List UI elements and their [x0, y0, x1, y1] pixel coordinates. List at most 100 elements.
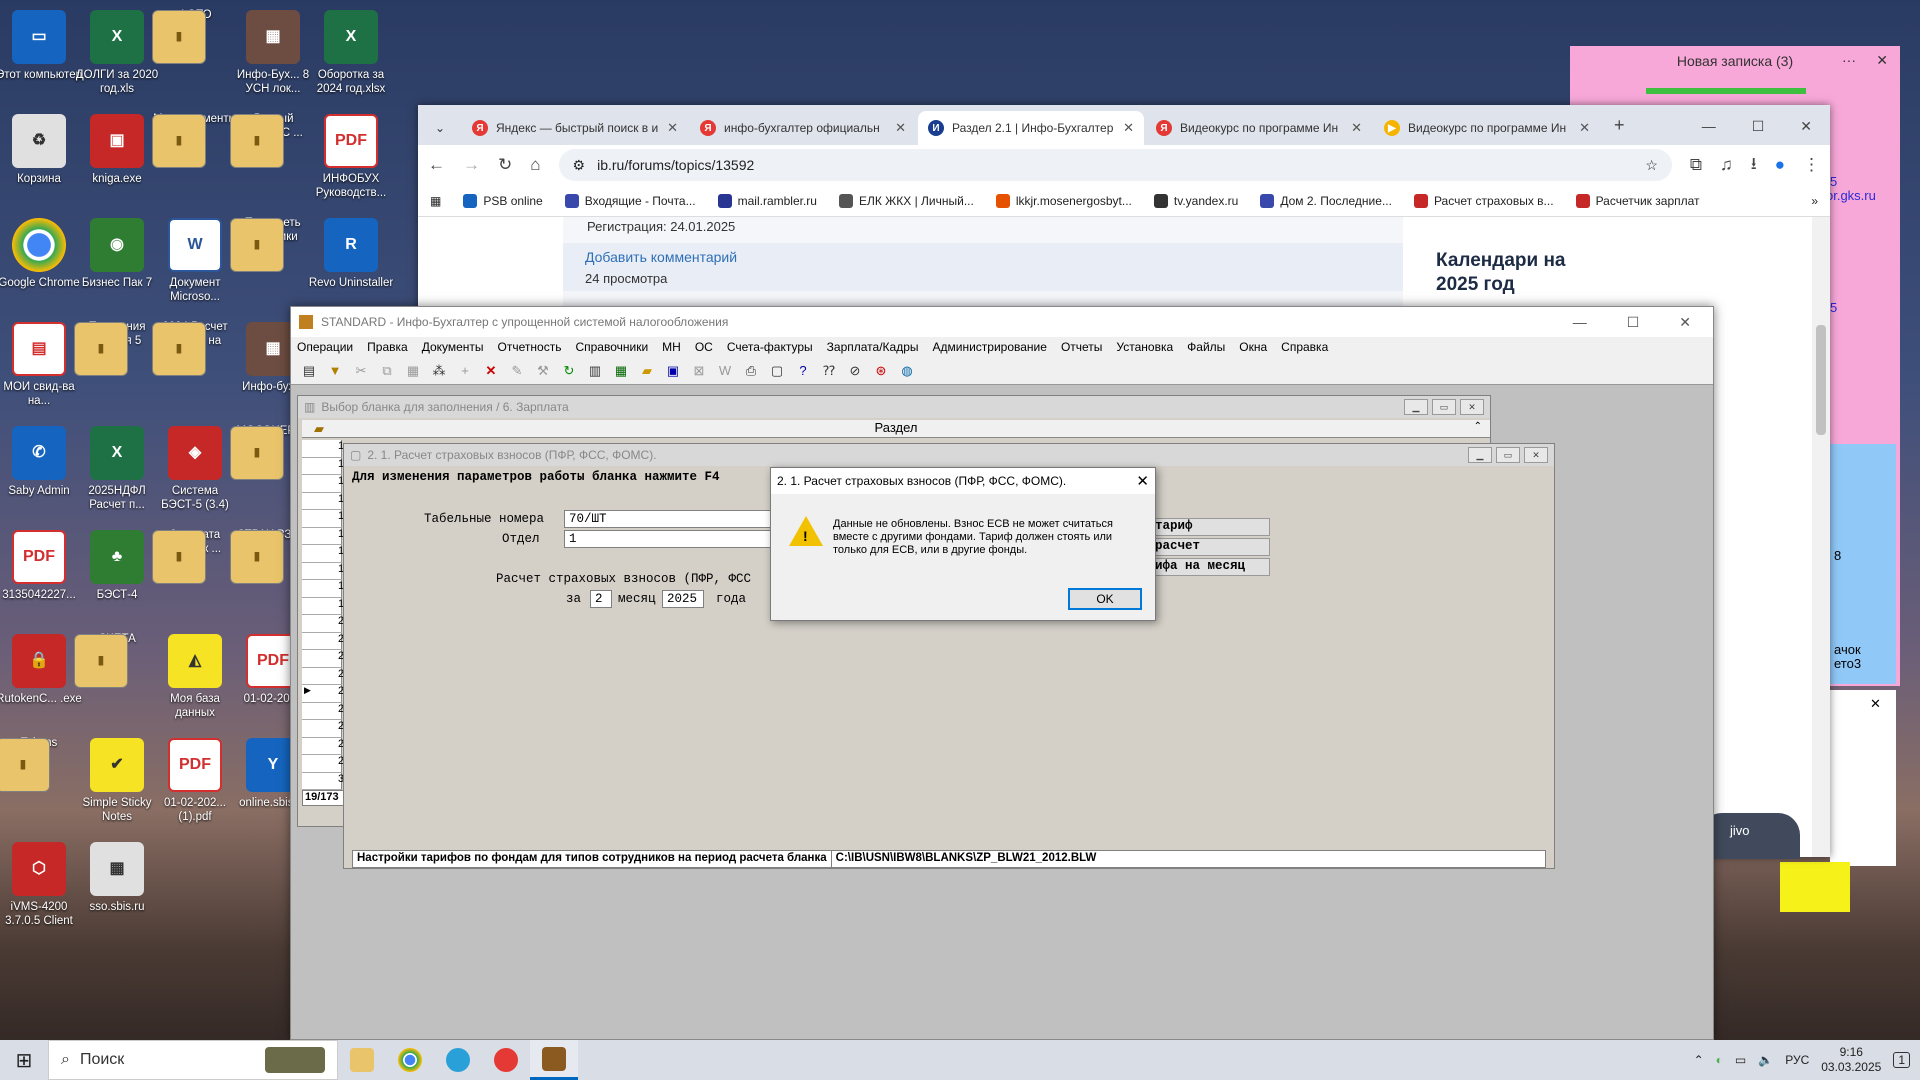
desktop-icon[interactable]: ▮СЧЕТА: [74, 632, 160, 732]
add-comment-link[interactable]: Добавить комментарий: [585, 249, 737, 265]
home-icon[interactable]: ⌂: [530, 155, 540, 175]
bookmark-item[interactable]: ЕЛК ЖКХ | Личный...: [838, 193, 974, 208]
delete-icon[interactable]: ✕: [481, 361, 501, 381]
desktop-icon[interactable]: ▮2024 Расчет налога на: [152, 320, 238, 420]
bookmark-item[interactable]: mail.rambler.ru: [717, 193, 817, 208]
word-icon[interactable]: W: [715, 361, 735, 381]
desktop-icon[interactable]: ▮Зарплата PSбанк ...: [152, 528, 238, 628]
close-button[interactable]: ✕: [1679, 314, 1691, 331]
minimize-button[interactable]: ▁: [1468, 447, 1492, 463]
network-icon[interactable]: ▭: [1735, 1053, 1746, 1067]
grid-row-number[interactable]: 1: [302, 457, 344, 475]
apps-grid-icon[interactable]: ▦: [430, 194, 441, 208]
taskbar-search[interactable]: ⌕ Поиск: [48, 1040, 338, 1080]
grid-row-number[interactable]: 1: [302, 545, 344, 563]
language-indicator[interactable]: РУС: [1785, 1053, 1809, 1067]
desktop-icon[interactable]: 🔒 RutokenC... .exe: [0, 632, 82, 732]
menu-item[interactable]: Операции: [297, 340, 353, 354]
maximize-button[interactable]: ☐: [1752, 118, 1765, 135]
grid-row-number[interactable]: 1: [302, 475, 344, 493]
copy-icon[interactable]: ⧉: [377, 361, 397, 381]
tab-close-icon[interactable]: ✕: [1579, 120, 1590, 136]
desktop-icon[interactable]: ▮ФОТО: [152, 8, 238, 108]
desktop-icon[interactable]: ▭ Этот компьютер: [0, 8, 82, 108]
desktop-icon[interactable]: ◈ Система БЭСТ-5 (3.4): [152, 424, 238, 524]
media-icon[interactable]: ♫: [1720, 155, 1733, 175]
bookmark-item[interactable]: Расчет страховых в...: [1413, 193, 1554, 208]
desktop-icon[interactable]: ▦ sso.sbis.ru: [74, 840, 160, 940]
desktop-icon[interactable]: ▮Личный каб.ФНС ...: [230, 112, 316, 212]
taskbar-chrome[interactable]: [386, 1040, 434, 1080]
tab-numbers-field[interactable]: 70/ШТ: [564, 510, 784, 528]
refresh-icon[interactable]: ↻: [559, 361, 579, 381]
export-icon[interactable]: ⊠: [689, 361, 709, 381]
desktop-icon[interactable]: PDF ИНФОБУХ Руководств...: [308, 112, 394, 212]
menu-item[interactable]: МН: [662, 340, 681, 354]
desktop-icon[interactable]: ▮Показания Дачная 5: [74, 320, 160, 420]
back-arrow-icon[interactable]: ←: [428, 155, 445, 175]
desktop-icon[interactable]: Google Chrome: [0, 216, 82, 316]
minimize-button[interactable]: ▁: [1404, 399, 1428, 415]
grid-row-number[interactable]: 2: [302, 737, 344, 755]
desktop-icon[interactable]: X 2025НДФЛ Расчет п...: [74, 424, 160, 524]
bookmark-star-icon[interactable]: ☆: [1645, 157, 1658, 174]
desktop-icon[interactable]: ♻ Корзина: [0, 112, 82, 212]
grid-row-number[interactable]: 2: [302, 650, 344, 668]
restore-button[interactable]: ▭: [1496, 447, 1520, 463]
dialog-close-button[interactable]: ✕: [1136, 472, 1149, 490]
tool-icon[interactable]: ⚒: [533, 361, 553, 381]
menu-item[interactable]: Установка: [1116, 340, 1173, 354]
desktop-icon[interactable]: ✔ Simple Sticky Notes: [74, 736, 160, 836]
browser-tab[interactable]: ▶ Видеокурс по программе Ин ✕: [1374, 111, 1600, 145]
grid-row-number[interactable]: 2: [302, 702, 344, 720]
desktop-icon[interactable]: ▦ Инфо-Бух... 8 УСН лок...: [230, 8, 316, 108]
edit-icon[interactable]: ✎: [507, 361, 527, 381]
desktop-icon[interactable]: R Revo Uninstaller: [308, 216, 394, 316]
bookmark-item[interactable]: lkkjr.mosenergosbyt...: [995, 193, 1132, 208]
menu-item[interactable]: Отчеты: [1061, 340, 1102, 354]
tab-close-icon[interactable]: ✕: [895, 120, 906, 136]
menu-item[interactable]: Окна: [1239, 340, 1267, 354]
reload-icon[interactable]: ↻: [498, 155, 512, 175]
tab-close-icon[interactable]: ✕: [667, 120, 678, 136]
tab-search-chevron-icon[interactable]: ⌄: [426, 114, 454, 142]
volume-icon[interactable]: 🔈: [1758, 1053, 1773, 1067]
cut-icon[interactable]: ✂: [351, 361, 371, 381]
bookmark-item[interactable]: tv.yandex.ru: [1153, 193, 1238, 208]
minimize-button[interactable]: —: [1573, 314, 1587, 331]
grid-header-section[interactable]: Раздел: [875, 420, 918, 435]
paste-icon[interactable]: ▦: [403, 361, 423, 381]
menu-item[interactable]: Администрирование: [933, 340, 1047, 354]
menu-item[interactable]: Правка: [367, 340, 408, 354]
tariff-button[interactable]: тариф: [1150, 518, 1270, 536]
new-tab-button[interactable]: +: [1614, 115, 1625, 136]
grid-row-number[interactable]: 2: [302, 632, 344, 650]
grid-row-number[interactable]: 3: [302, 772, 344, 790]
desktop-icon[interactable]: ▮Tokens: [0, 736, 82, 836]
menu-kebab-icon[interactable]: ⋮: [1803, 155, 1820, 175]
notification-badge[interactable]: 1: [1893, 1052, 1910, 1068]
tab-close-icon[interactable]: ✕: [1351, 120, 1362, 136]
maximize-button[interactable]: ☐: [1627, 314, 1640, 331]
browser-tab[interactable]: Я Яндекс — быстрый поиск в и ✕: [462, 111, 688, 145]
report-icon[interactable]: ▥: [585, 361, 605, 381]
extensions-icon[interactable]: ⧉: [1690, 155, 1702, 175]
scroll-up-icon[interactable]: ⌃: [1474, 421, 1482, 432]
desktop-icon[interactable]: ✆ Saby Admin: [0, 424, 82, 524]
menu-item[interactable]: Справочники: [575, 340, 648, 354]
taskbar-yandex[interactable]: [482, 1040, 530, 1080]
save-icon[interactable]: ▣: [663, 361, 683, 381]
desktop-icon[interactable]: ▣ kniga.exe: [74, 112, 160, 212]
grid-row-number[interactable]: ▶ 2: [302, 685, 344, 703]
menu-item[interactable]: Счета-фактуры: [727, 340, 813, 354]
close-button[interactable]: ✕: [1800, 118, 1812, 135]
sticky-more-button[interactable]: ···: [1842, 52, 1856, 68]
grid-row-number[interactable]: 1: [302, 597, 344, 615]
browser-tab[interactable]: И Раздел 2.1 | Инфо-Бухгалтер ✕: [918, 111, 1144, 145]
year-field[interactable]: 2025: [662, 590, 704, 608]
department-field[interactable]: 1: [564, 530, 784, 548]
sidebar-calendar-title[interactable]: Календари на 2025 год: [1436, 249, 1606, 297]
numbering-icon[interactable]: ⁂: [429, 361, 449, 381]
month-field[interactable]: 2: [590, 590, 612, 608]
desktop-icon[interactable]: ◉ Бизнес Пак 7: [74, 216, 160, 316]
